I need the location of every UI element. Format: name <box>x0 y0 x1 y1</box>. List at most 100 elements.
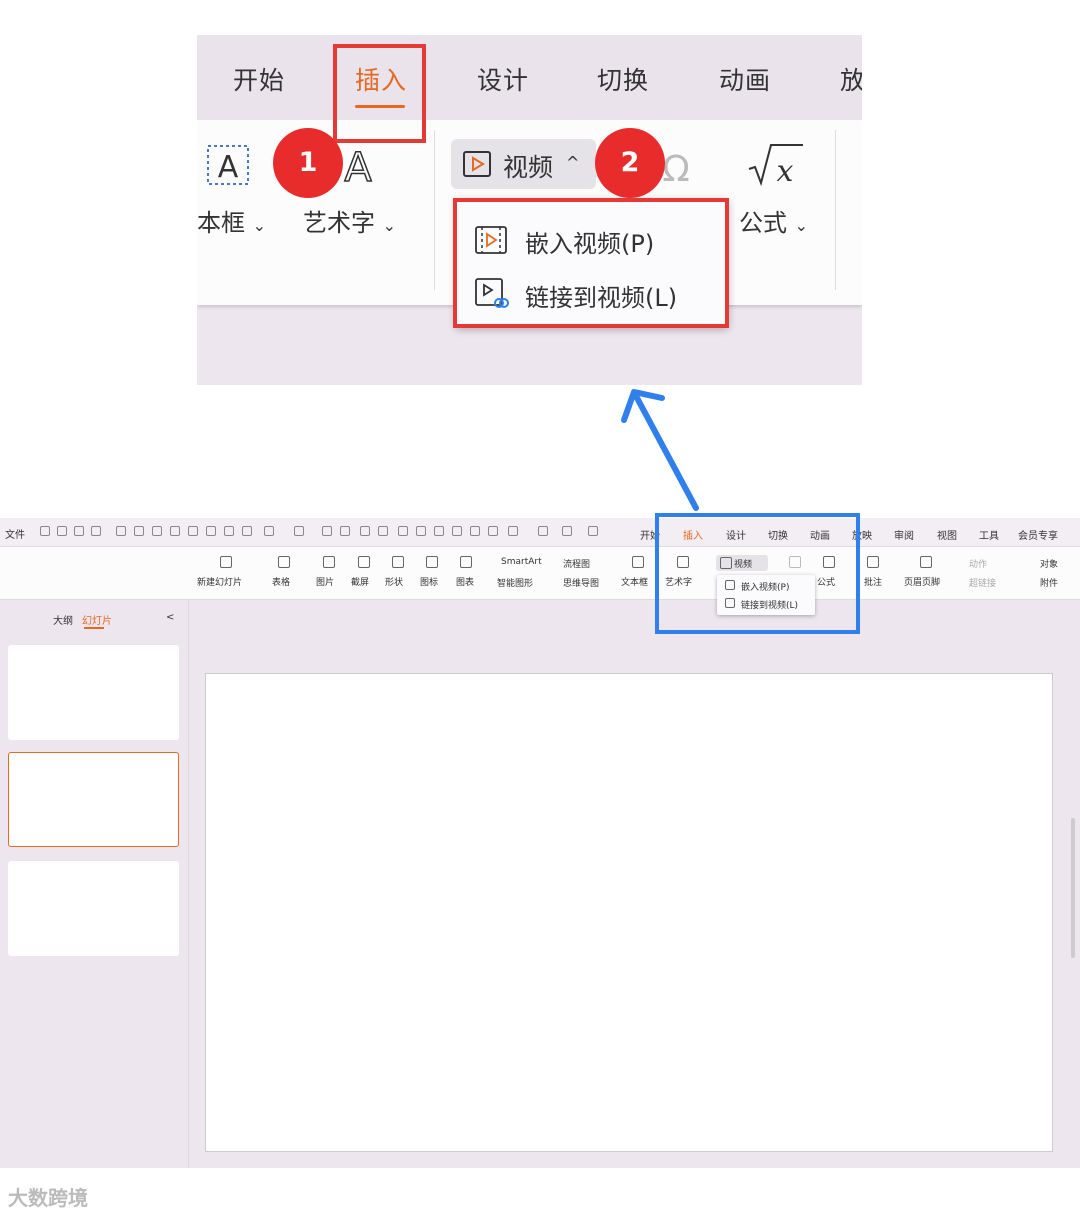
wordart-label[interactable]: 艺术字 ⌄ <box>303 203 396 238</box>
insert-ribbon: 新建幻灯片 表格 图片 截屏 形状 图标 图表 SmartArt 智能图形 流程… <box>0 547 1080 600</box>
tab-outline[interactable]: 大纲 <box>53 612 73 627</box>
copy-icon[interactable] <box>152 526 162 536</box>
flowchart-button[interactable]: 流程图 <box>563 557 590 570</box>
video-area-highlight <box>655 513 860 634</box>
redo-icon[interactable] <box>134 526 144 536</box>
insert-tab-highlight <box>333 44 426 143</box>
ribbon-divider <box>835 130 836 290</box>
star-icon[interactable] <box>488 526 498 536</box>
svg-text:A: A <box>218 150 239 185</box>
slide-thumbnail[interactable] <box>8 645 179 740</box>
photo-icon[interactable] <box>538 526 548 536</box>
icon-button[interactable]: 图标 <box>420 575 438 588</box>
bold-icon[interactable] <box>224 526 234 536</box>
slide-canvas[interactable] <box>205 673 1053 1152</box>
tab-slides[interactable]: 幻灯片 <box>82 612 112 627</box>
image-icon[interactable] <box>294 526 304 536</box>
list-icon[interactable] <box>434 526 444 536</box>
tab-slideshow[interactable]: 放 <box>840 61 862 97</box>
tab-design[interactable]: 设计 <box>477 61 529 97</box>
slide-panel: 大纲 幻灯片 < <box>0 600 189 1168</box>
smartart-button[interactable]: SmartArt <box>501 557 542 567</box>
table-button[interactable]: 表格 <box>272 575 290 588</box>
vertical-scrollbar[interactable] <box>1071 818 1075 958</box>
slide-thumbnail[interactable] <box>8 861 179 956</box>
tab-review[interactable]: 审阅 <box>894 527 914 542</box>
picture-icon <box>323 556 335 568</box>
chart-icon <box>460 556 472 568</box>
chevron-up-icon: ^ <box>566 153 580 172</box>
screenshot-icon <box>358 556 370 568</box>
formula-label[interactable]: 公式 ⌄ <box>739 203 808 238</box>
fill-icon[interactable] <box>264 526 274 536</box>
table-icon <box>278 556 290 568</box>
textbox-label[interactable]: 本框 ⌄ <box>197 203 266 238</box>
pointer-arrow-icon <box>621 389 699 511</box>
svg-text:A: A <box>344 145 372 187</box>
app-window: 文件 开始 插入 设计 切换 动画 放映 审阅 视图 工具 会员专享 新建幻灯片… <box>0 518 1080 1168</box>
crop-icon[interactable] <box>322 526 332 536</box>
home-icon[interactable] <box>340 526 350 536</box>
wordart-icon[interactable]: A <box>337 143 379 187</box>
textbox-button[interactable]: 文本框 <box>621 575 648 588</box>
video-label: 视频 <box>503 153 554 182</box>
tab-transition[interactable]: 切换 <box>597 61 649 97</box>
watermark: 大数跨境 <box>8 1186 88 1210</box>
textbox-icon <box>632 556 644 568</box>
icons-icon <box>426 556 438 568</box>
slide-thumbnail[interactable] <box>8 752 179 847</box>
tab-membership[interactable]: 会员专享 <box>1018 527 1058 542</box>
header-footer-button[interactable]: 页眉页脚 <box>904 575 940 588</box>
header-footer-icon <box>920 556 932 568</box>
shape-icon <box>392 556 404 568</box>
formula-icon[interactable]: x <box>745 141 805 189</box>
tab-animation[interactable]: 动画 <box>719 61 771 97</box>
share-icon[interactable] <box>508 526 518 536</box>
attachment-button[interactable]: 附件 <box>1040 576 1058 589</box>
preview-icon[interactable] <box>91 526 101 536</box>
undo-icon[interactable] <box>116 526 126 536</box>
shape-button[interactable]: 形状 <box>385 575 403 588</box>
active-tab-underline <box>84 627 104 629</box>
step-badge-2: 2 <box>595 128 665 198</box>
new-slide-icon <box>220 556 232 568</box>
zoom-tab-bar: 开始 插入 设计 切换 动画 放 <box>197 35 862 120</box>
paste-icon[interactable] <box>170 526 180 536</box>
action-button[interactable]: 动作 <box>969 557 987 570</box>
smart-shape-button[interactable]: 智能图形 <box>497 576 533 589</box>
hyperlink-button[interactable]: 超链接 <box>969 576 996 589</box>
file-menu[interactable]: 文件 <box>5 526 25 541</box>
video-button[interactable]: 视频 ^ <box>451 139 596 189</box>
brush-icon[interactable] <box>562 526 572 536</box>
chevron-down-icon[interactable] <box>606 526 616 536</box>
comment-icon <box>867 556 879 568</box>
picture-button[interactable]: 图片 <box>316 575 334 588</box>
tab-view[interactable]: 视图 <box>937 527 957 542</box>
textbox-icon[interactable]: A <box>205 143 253 187</box>
align-icon[interactable] <box>242 526 252 536</box>
zoomed-ribbon-callout: 开始 插入 设计 切换 动画 放 A 本框 ⌄ A 艺术字 ⌄ 视频 ^ Ω x… <box>197 35 862 385</box>
grid-icon[interactable] <box>416 526 426 536</box>
object-button[interactable]: 对象 <box>1040 557 1058 570</box>
video-icon <box>463 151 491 177</box>
format-painter-icon[interactable] <box>188 526 198 536</box>
layer-icon[interactable] <box>588 526 598 536</box>
quick-access-bar: 文件 开始 插入 设计 切换 动画 放映 审阅 视图 工具 会员专享 <box>0 518 1080 547</box>
table-icon[interactable] <box>470 526 480 536</box>
picture-icon[interactable] <box>452 526 462 536</box>
align-center-icon[interactable] <box>398 526 408 536</box>
tab-home[interactable]: 开始 <box>233 61 285 97</box>
mindmap-button[interactable]: 思维导图 <box>563 576 599 589</box>
font-size-icon[interactable] <box>206 526 216 536</box>
save-icon[interactable] <box>40 526 50 536</box>
export-icon[interactable] <box>57 526 67 536</box>
text-icon[interactable] <box>360 526 370 536</box>
collapse-panel-icon[interactable]: < <box>166 612 174 623</box>
print-icon[interactable] <box>74 526 84 536</box>
new-slide-button[interactable]: 新建幻灯片 <box>197 575 242 588</box>
chart-button[interactable]: 图表 <box>456 575 474 588</box>
screenshot-button[interactable]: 截屏 <box>351 575 369 588</box>
comment-button[interactable]: 批注 <box>864 575 882 588</box>
tab-tools[interactable]: 工具 <box>979 527 999 542</box>
crop-tool-icon[interactable] <box>378 526 388 536</box>
